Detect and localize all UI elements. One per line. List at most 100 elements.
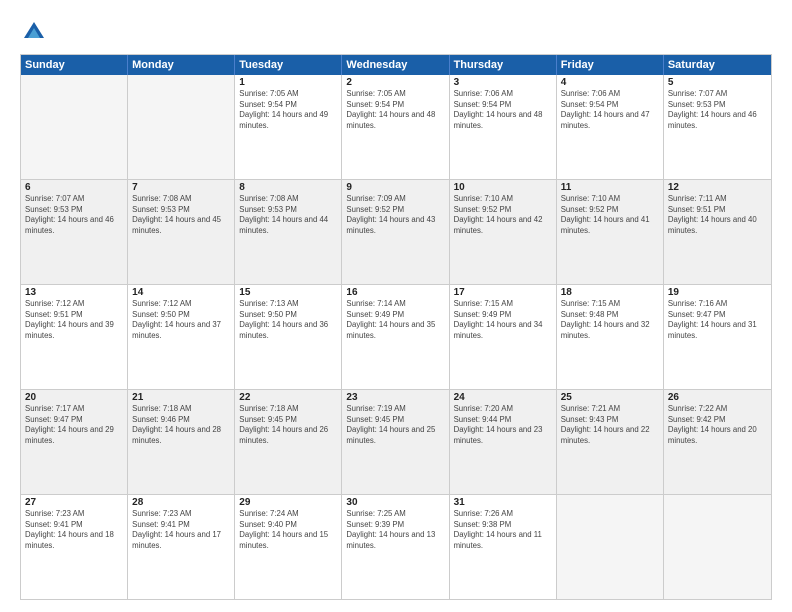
calendar: SundayMondayTuesdayWednesdayThursdayFrid…	[20, 54, 772, 600]
weekday-header: Monday	[128, 55, 235, 75]
day-info: Sunrise: 7:23 AMSunset: 9:41 PMDaylight:…	[132, 509, 230, 551]
day-number: 24	[454, 392, 552, 403]
day-info: Sunrise: 7:16 AMSunset: 9:47 PMDaylight:…	[668, 299, 767, 341]
day-number: 6	[25, 182, 123, 193]
calendar-cell: 24Sunrise: 7:20 AMSunset: 9:44 PMDayligh…	[450, 390, 557, 494]
day-number: 28	[132, 497, 230, 508]
day-info: Sunrise: 7:12 AMSunset: 9:51 PMDaylight:…	[25, 299, 123, 341]
day-info: Sunrise: 7:18 AMSunset: 9:45 PMDaylight:…	[239, 404, 337, 446]
calendar-cell	[21, 75, 128, 179]
header	[20, 18, 772, 46]
calendar-cell: 29Sunrise: 7:24 AMSunset: 9:40 PMDayligh…	[235, 495, 342, 599]
calendar-cell: 17Sunrise: 7:15 AMSunset: 9:49 PMDayligh…	[450, 285, 557, 389]
calendar-cell: 28Sunrise: 7:23 AMSunset: 9:41 PMDayligh…	[128, 495, 235, 599]
day-number: 26	[668, 392, 767, 403]
day-info: Sunrise: 7:06 AMSunset: 9:54 PMDaylight:…	[454, 89, 552, 131]
day-number: 3	[454, 77, 552, 88]
calendar-cell: 8Sunrise: 7:08 AMSunset: 9:53 PMDaylight…	[235, 180, 342, 284]
calendar-row: 6Sunrise: 7:07 AMSunset: 9:53 PMDaylight…	[21, 179, 771, 284]
calendar-row: 13Sunrise: 7:12 AMSunset: 9:51 PMDayligh…	[21, 284, 771, 389]
day-info: Sunrise: 7:06 AMSunset: 9:54 PMDaylight:…	[561, 89, 659, 131]
day-number: 20	[25, 392, 123, 403]
day-info: Sunrise: 7:10 AMSunset: 9:52 PMDaylight:…	[454, 194, 552, 236]
day-info: Sunrise: 7:05 AMSunset: 9:54 PMDaylight:…	[239, 89, 337, 131]
calendar-cell: 26Sunrise: 7:22 AMSunset: 9:42 PMDayligh…	[664, 390, 771, 494]
day-info: Sunrise: 7:13 AMSunset: 9:50 PMDaylight:…	[239, 299, 337, 341]
day-number: 15	[239, 287, 337, 298]
day-info: Sunrise: 7:10 AMSunset: 9:52 PMDaylight:…	[561, 194, 659, 236]
calendar-cell	[664, 495, 771, 599]
day-number: 22	[239, 392, 337, 403]
day-info: Sunrise: 7:24 AMSunset: 9:40 PMDaylight:…	[239, 509, 337, 551]
day-info: Sunrise: 7:09 AMSunset: 9:52 PMDaylight:…	[346, 194, 444, 236]
day-number: 4	[561, 77, 659, 88]
day-info: Sunrise: 7:05 AMSunset: 9:54 PMDaylight:…	[346, 89, 444, 131]
calendar-cell: 10Sunrise: 7:10 AMSunset: 9:52 PMDayligh…	[450, 180, 557, 284]
day-info: Sunrise: 7:11 AMSunset: 9:51 PMDaylight:…	[668, 194, 767, 236]
calendar-row: 20Sunrise: 7:17 AMSunset: 9:47 PMDayligh…	[21, 389, 771, 494]
weekday-header: Friday	[557, 55, 664, 75]
day-number: 21	[132, 392, 230, 403]
day-number: 25	[561, 392, 659, 403]
calendar-row: 27 Sunrise: 7:23 AMSunset: 9:41 PMDayligh…	[21, 494, 771, 599]
calendar-cell: 5Sunrise: 7:07 AMSunset: 9:53 PMDaylight…	[664, 75, 771, 179]
day-info: Sunrise: 7:25 AMSunset: 9:39 PMDaylight:…	[346, 509, 444, 551]
day-info: Sunrise: 7:08 AMSunset: 9:53 PMDaylight:…	[132, 194, 230, 236]
calendar-cell	[557, 495, 664, 599]
day-info: Sunrise: 7:19 AMSunset: 9:45 PMDaylight:…	[346, 404, 444, 446]
calendar-cell: 4Sunrise: 7:06 AMSunset: 9:54 PMDaylight…	[557, 75, 664, 179]
calendar-body: 1Sunrise: 7:05 AMSunset: 9:54 PMDaylight…	[21, 75, 771, 599]
calendar-cell: 31Sunrise: 7:26 AMSunset: 9:38 PMDayligh…	[450, 495, 557, 599]
day-number: 7	[132, 182, 230, 193]
calendar-cell: 19Sunrise: 7:16 AMSunset: 9:47 PMDayligh…	[664, 285, 771, 389]
calendar-cell: 22Sunrise: 7:18 AMSunset: 9:45 PMDayligh…	[235, 390, 342, 494]
day-info: Sunrise: 7:26 AMSunset: 9:38 PMDaylight:…	[454, 509, 552, 551]
day-number: 30	[346, 497, 444, 508]
calendar-cell: 13Sunrise: 7:12 AMSunset: 9:51 PMDayligh…	[21, 285, 128, 389]
calendar-cell: 1Sunrise: 7:05 AMSunset: 9:54 PMDaylight…	[235, 75, 342, 179]
day-number: 9	[346, 182, 444, 193]
day-number: 10	[454, 182, 552, 193]
day-number: 29	[239, 497, 337, 508]
day-info: Sunrise: 7:14 AMSunset: 9:49 PMDaylight:…	[346, 299, 444, 341]
calendar-cell	[128, 75, 235, 179]
day-info: Sunrise: 7:07 AMSunset: 9:53 PMDaylight:…	[25, 194, 123, 236]
day-number: 16	[346, 287, 444, 298]
calendar-cell: 20Sunrise: 7:17 AMSunset: 9:47 PMDayligh…	[21, 390, 128, 494]
day-number: 8	[239, 182, 337, 193]
calendar-cell: 16Sunrise: 7:14 AMSunset: 9:49 PMDayligh…	[342, 285, 449, 389]
day-number: 13	[25, 287, 123, 298]
calendar-cell: 3Sunrise: 7:06 AMSunset: 9:54 PMDaylight…	[450, 75, 557, 179]
day-number: 2	[346, 77, 444, 88]
weekday-header: Wednesday	[342, 55, 449, 75]
day-number: 12	[668, 182, 767, 193]
weekday-header: Tuesday	[235, 55, 342, 75]
day-number: 18	[561, 287, 659, 298]
day-number: 27	[25, 497, 123, 508]
calendar-cell: 30Sunrise: 7:25 AMSunset: 9:39 PMDayligh…	[342, 495, 449, 599]
day-number: 5	[668, 77, 767, 88]
day-number: 17	[454, 287, 552, 298]
day-info: Sunrise: 7:17 AMSunset: 9:47 PMDaylight:…	[25, 404, 123, 446]
calendar-cell: 21Sunrise: 7:18 AMSunset: 9:46 PMDayligh…	[128, 390, 235, 494]
calendar-row: 1Sunrise: 7:05 AMSunset: 9:54 PMDaylight…	[21, 75, 771, 179]
calendar-cell: 12Sunrise: 7:11 AMSunset: 9:51 PMDayligh…	[664, 180, 771, 284]
calendar-cell: 9Sunrise: 7:09 AMSunset: 9:52 PMDaylight…	[342, 180, 449, 284]
day-number: 19	[668, 287, 767, 298]
calendar-cell: 6Sunrise: 7:07 AMSunset: 9:53 PMDaylight…	[21, 180, 128, 284]
day-number: 31	[454, 497, 552, 508]
logo	[20, 18, 52, 46]
calendar-cell: 14Sunrise: 7:12 AMSunset: 9:50 PMDayligh…	[128, 285, 235, 389]
calendar-cell: 7Sunrise: 7:08 AMSunset: 9:53 PMDaylight…	[128, 180, 235, 284]
day-info: Sunrise: 7:20 AMSunset: 9:44 PMDaylight:…	[454, 404, 552, 446]
calendar-header: SundayMondayTuesdayWednesdayThursdayFrid…	[21, 55, 771, 75]
day-number: 11	[561, 182, 659, 193]
day-info: Sunrise: 7:21 AMSunset: 9:43 PMDaylight:…	[561, 404, 659, 446]
weekday-header: Saturday	[664, 55, 771, 75]
day-info: Sunrise: 7:15 AMSunset: 9:49 PMDaylight:…	[454, 299, 552, 341]
calendar-cell: 25Sunrise: 7:21 AMSunset: 9:43 PMDayligh…	[557, 390, 664, 494]
day-info: Sunrise: 7:22 AMSunset: 9:42 PMDaylight:…	[668, 404, 767, 446]
calendar-cell: 23Sunrise: 7:19 AMSunset: 9:45 PMDayligh…	[342, 390, 449, 494]
page: SundayMondayTuesdayWednesdayThursdayFrid…	[0, 0, 792, 612]
day-info: Sunrise: 7:08 AMSunset: 9:53 PMDaylight:…	[239, 194, 337, 236]
